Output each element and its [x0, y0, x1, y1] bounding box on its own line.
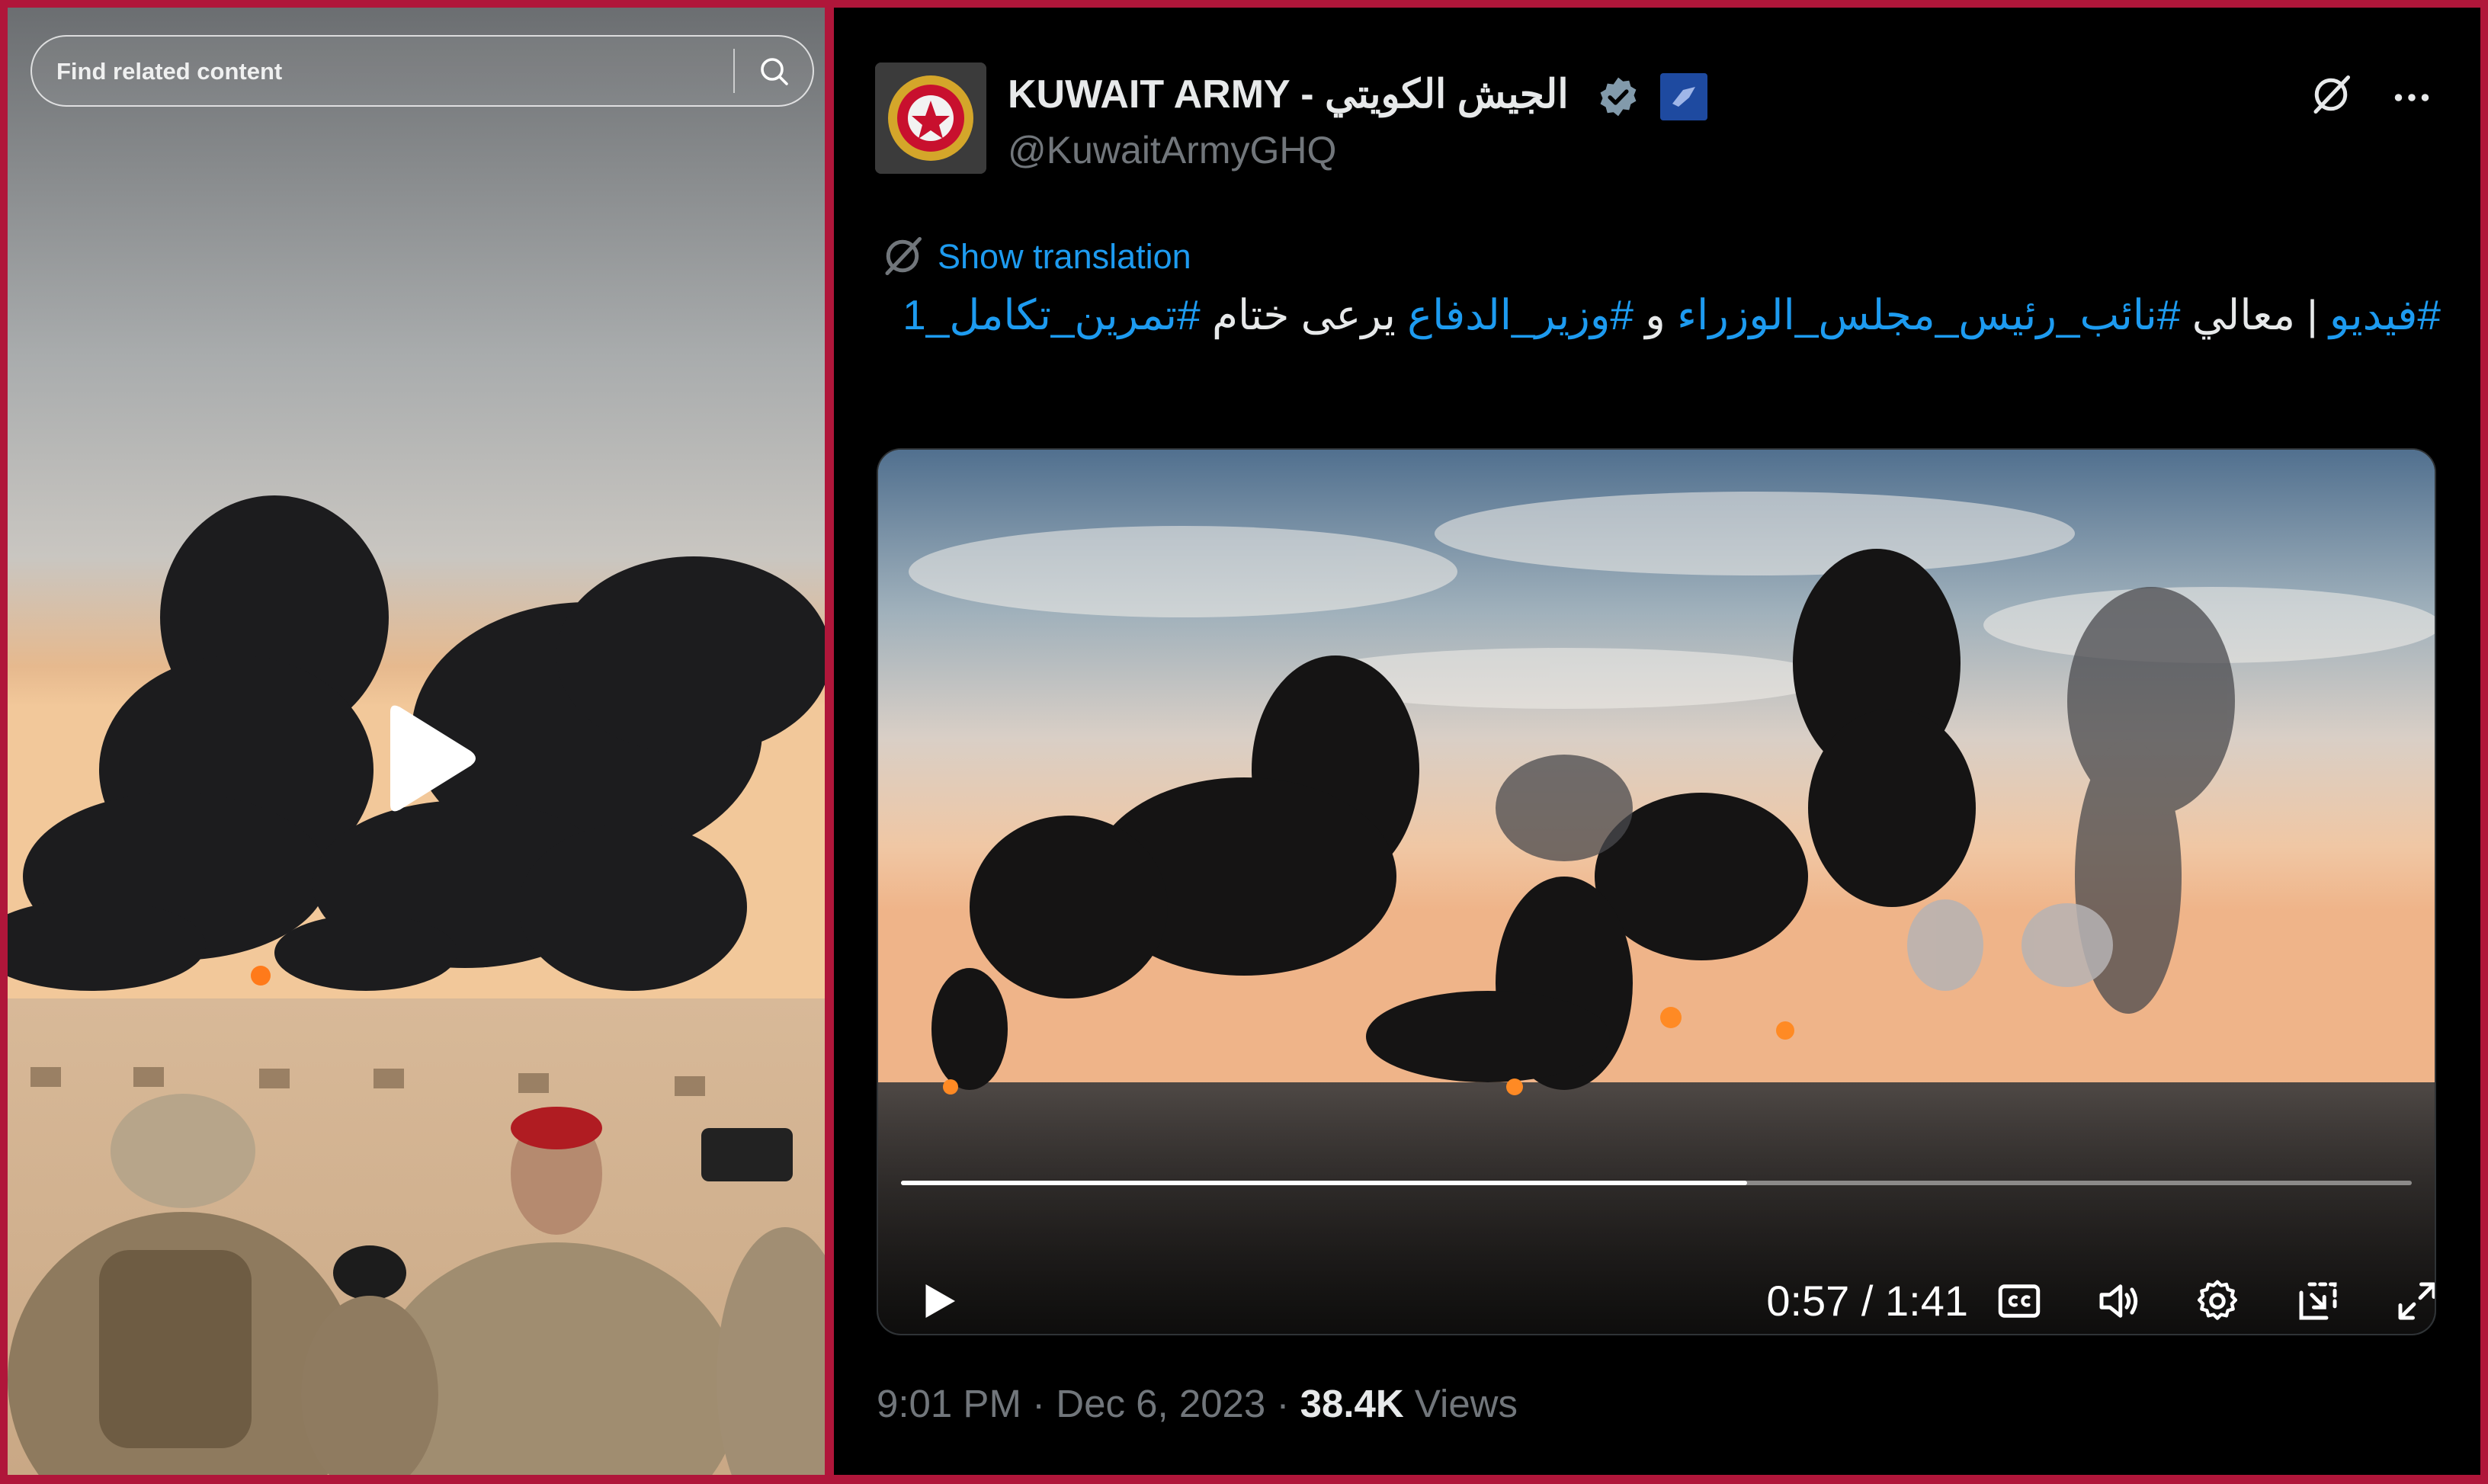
search-icon[interactable]: [756, 53, 793, 90]
show-translation-link[interactable]: Show translation: [938, 230, 1191, 284]
more-icon[interactable]: [2389, 75, 2435, 120]
search-divider: [733, 49, 735, 93]
tweet-metadata: 9:01 PM · Dec 6, 2023 · 38.4K Views: [877, 1375, 1518, 1433]
search-input[interactable]: [55, 37, 729, 107]
hashtag-defense-minister[interactable]: #وزير_الدفاع: [1407, 291, 1634, 338]
tweet-text-segment: يرعى ختام: [1200, 291, 1408, 338]
hashtag-exercise[interactable]: #تمرين_تكامل_1: [903, 291, 1201, 338]
video-time-display: 0:57 / 1:41: [1717, 1276, 1968, 1326]
pip-icon[interactable]: [2293, 1276, 2343, 1326]
video-progress-fill: [901, 1181, 1747, 1185]
tweet-text-segment: و: [1633, 291, 1678, 338]
verified-icon[interactable]: [1596, 75, 1640, 119]
affiliation-badge[interactable]: [1660, 73, 1707, 120]
avatar[interactable]: [875, 63, 986, 174]
hashtag-video[interactable]: #فيديو: [2329, 291, 2441, 338]
tweet-text: #فيديو | معالي #نائب_رئيس_مجلس_الوزراء و…: [880, 282, 2441, 348]
video-progress-bar[interactable]: [901, 1181, 2412, 1185]
related-video-panel[interactable]: [8, 8, 825, 1475]
grok-icon[interactable]: [2308, 72, 2354, 117]
tweet-time[interactable]: 9:01 PM: [877, 1382, 1021, 1425]
fullscreen-icon[interactable]: [2392, 1276, 2436, 1326]
tweet-text-segment: | معالي: [2180, 291, 2329, 338]
video-player[interactable]: 0:57 / 1:41: [877, 448, 2436, 1335]
volume-icon[interactable]: [2093, 1276, 2143, 1326]
cc-icon[interactable]: [1994, 1276, 2044, 1326]
meta-separator: ·: [1265, 1382, 1300, 1425]
meta-separator: ·: [1021, 1382, 1056, 1425]
video-duration: 1:41: [1885, 1277, 1968, 1325]
views-count: 38.4K: [1300, 1382, 1404, 1425]
views-label: Views: [1403, 1382, 1518, 1425]
settings-icon[interactable]: [2192, 1276, 2243, 1326]
play-icon[interactable]: [366, 697, 488, 819]
hashtag-deputy-pm[interactable]: #نائب_رئيس_مجلس_الوزراء: [1677, 291, 2180, 338]
display-name[interactable]: KUWAIT ARMY - الجيش الكويتي: [1008, 69, 1569, 120]
user-handle[interactable]: @KuwaitArmyGHQ: [1008, 126, 1336, 175]
play-icon[interactable]: [913, 1276, 963, 1326]
tweet-card: KUWAIT ARMY - الجيش الكويتي @KuwaitArmyG…: [834, 8, 2480, 1475]
tweet-date[interactable]: Dec 6, 2023: [1056, 1382, 1265, 1425]
find-related-search-bar[interactable]: [30, 35, 814, 107]
video-time-separator: /: [1849, 1277, 1885, 1325]
video-current-time: 0:57: [1766, 1277, 1850, 1325]
translate-icon: [885, 237, 922, 275]
